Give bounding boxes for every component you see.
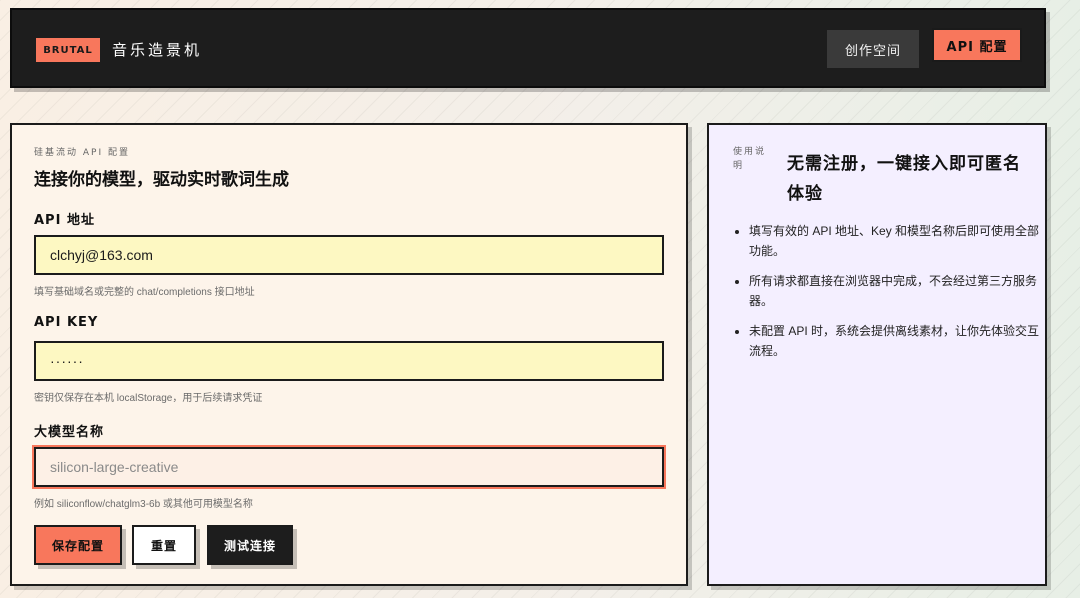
app-title: 音乐造景机 (112, 41, 203, 59)
nav-api-config-button[interactable]: API 配置 (932, 28, 1022, 62)
api-key-label: API KEY (34, 315, 99, 330)
nav-workspace-button[interactable]: 创作空间 (827, 30, 919, 68)
list-item: 所有请求都直接在浏览器中完成，不会经过第三方服务器。 (749, 271, 1045, 311)
api-url-input[interactable] (34, 235, 664, 275)
top-bar: BRUTAL 音乐造景机 创作空间 API 配置 (10, 8, 1046, 88)
model-name-hint: 例如 siliconflow/chatglm3-6b 或其他可用模型名称 (34, 499, 253, 510)
api-key-input[interactable] (34, 341, 664, 381)
api-url-hint: 填写基础域名或完整的 chat/completions 接口地址 (34, 287, 255, 298)
save-config-button[interactable]: 保存配置 (34, 525, 122, 565)
instructions-tag: 使用说明 (733, 147, 767, 171)
list-item: 未配置 API 时，系统会提供离线素材，让你先体验交互流程。 (749, 321, 1045, 361)
list-item: 填写有效的 API 地址、Key 和模型名称后即可使用全部功能。 (749, 221, 1045, 261)
api-key-hint: 密钥仅保存在本机 localStorage，用于后续请求凭证 (34, 393, 263, 404)
instructions-title: 无需注册，一键接入即可匿名体验 (787, 154, 1021, 204)
instructions-card: 使用说明 无需注册，一键接入即可匿名体验 填写有效的 API 地址、Key 和模… (707, 123, 1047, 586)
test-connection-button[interactable]: 测试连接 (207, 525, 293, 565)
brand-badge: BRUTAL (36, 38, 100, 62)
card-title: 连接你的模型，驱动实时歌词生成 (34, 170, 289, 190)
card-eyebrow: 硅基流动 API 配置 (34, 148, 130, 158)
reset-button[interactable]: 重置 (132, 525, 196, 565)
instructions-list: 填写有效的 API 地址、Key 和模型名称后即可使用全部功能。 所有请求都直接… (733, 221, 1045, 371)
api-config-card: 硅基流动 API 配置 连接你的模型，驱动实时歌词生成 API 地址 填写基础域… (10, 123, 688, 586)
model-name-label: 大模型名称 (34, 425, 105, 440)
api-url-label: API 地址 (34, 213, 95, 228)
model-name-input[interactable] (34, 447, 664, 487)
